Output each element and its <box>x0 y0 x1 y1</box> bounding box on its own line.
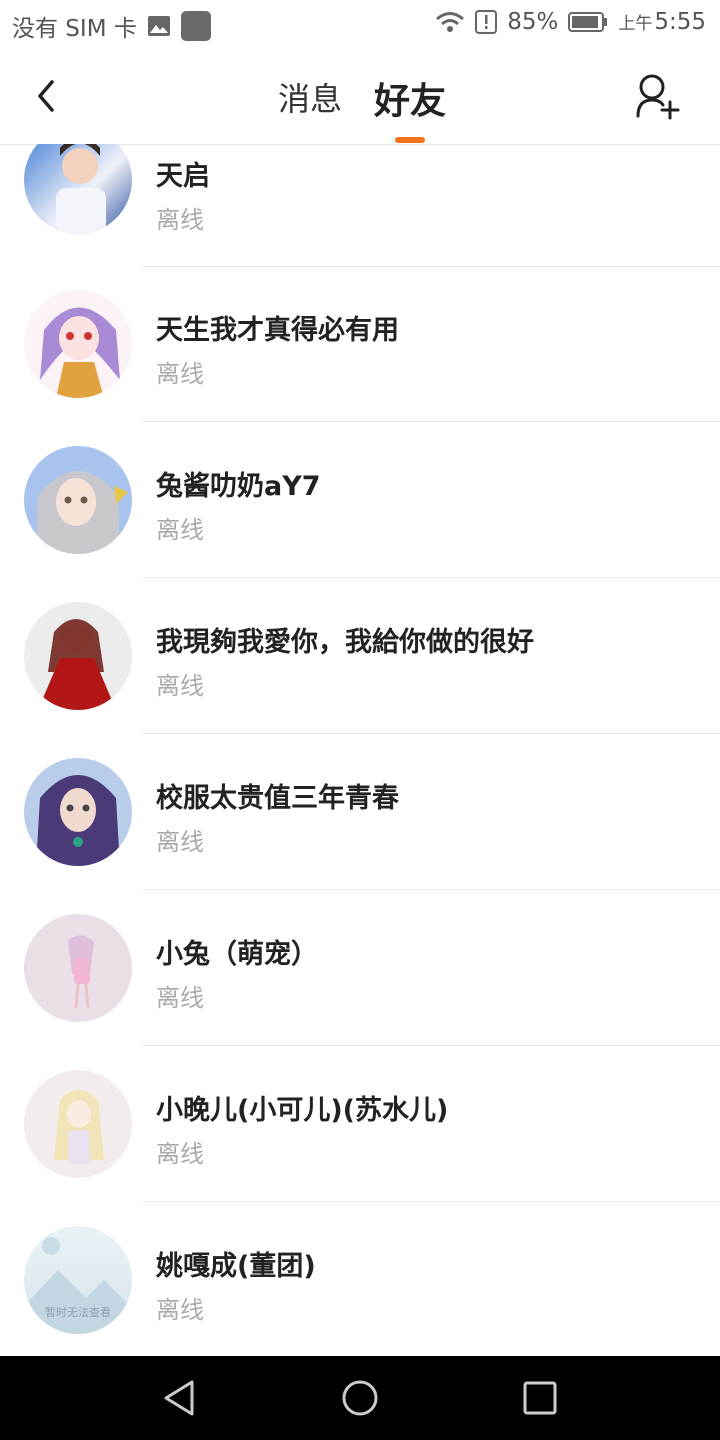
friend-name: 小晚儿(小可儿)(苏水儿) <box>156 1095 449 1126</box>
friend-row[interactable]: 小晚儿(小可儿)(苏水儿) 离线 <box>0 1046 720 1202</box>
friend-name: 小兔（萌宠） <box>156 939 318 970</box>
avatar <box>24 914 132 1022</box>
friend-name: 校服太贵值三年青春 <box>156 783 399 814</box>
friend-status: 离线 <box>156 672 204 700</box>
avatar <box>24 290 132 398</box>
system-navigation-bar <box>0 1356 720 1440</box>
friend-list: 天启 离线 天生我才真得必有用 离线 兔酱叻奶aY7 离线 我現夠我愛你，我給你… <box>0 144 720 1356</box>
wifi-icon <box>436 12 465 32</box>
top-header: 消息 好友 <box>0 50 720 145</box>
carrier-label: 没有 SIM 卡 <box>12 16 137 42</box>
app-notification-icon <box>180 11 211 41</box>
friend-name: 天启 <box>156 161 210 192</box>
tab-bar: 消息 好友 <box>0 50 720 144</box>
friend-name: 姚嘎成(董团) <box>156 1251 316 1282</box>
battery-percent: 85% <box>507 9 559 35</box>
nav-back-icon[interactable] <box>158 1376 202 1420</box>
friend-row[interactable]: 兔酱叻奶aY7 离线 <box>0 422 720 578</box>
avatar <box>24 602 132 710</box>
nav-recents-icon[interactable] <box>518 1376 562 1420</box>
avatar <box>24 446 132 554</box>
avatar-placeholder: 暂时无法查看 <box>24 1226 132 1334</box>
status-bar: 没有 SIM 卡 85% 上午5:55 <box>0 0 720 50</box>
clock: 5:55 <box>654 9 706 35</box>
nav-home-icon[interactable] <box>338 1376 382 1420</box>
battery-icon <box>568 12 608 32</box>
friend-row[interactable]: 天生我才真得必有用 离线 <box>0 266 720 422</box>
friend-status: 离线 <box>156 360 204 388</box>
friend-status: 离线 <box>156 1140 204 1168</box>
friend-status: 离线 <box>156 1296 204 1324</box>
friend-name: 兔酱叻奶aY7 <box>156 471 321 502</box>
friend-status: 离线 <box>156 984 204 1012</box>
time-prefix: 上午 <box>618 14 653 34</box>
active-tab-indicator <box>395 137 425 143</box>
friend-name: 我現夠我愛你，我給你做的很好 <box>156 627 534 658</box>
friend-status: 离线 <box>156 516 204 544</box>
friend-row[interactable]: 我現夠我愛你，我給你做的很好 离线 <box>0 578 720 734</box>
alert-icon <box>475 10 498 34</box>
tab-friends[interactable]: 好友 <box>374 72 446 124</box>
avatar <box>24 144 132 234</box>
placeholder-text: 暂时无法查看 <box>45 1306 111 1319</box>
friend-row[interactable]: 暂时无法查看 姚嘎成(董团) 离线 <box>0 1202 720 1356</box>
image-icon <box>147 16 170 36</box>
friend-name: 天生我才真得必有用 <box>156 315 399 346</box>
friend-row[interactable]: 校服太贵值三年青春 离线 <box>0 734 720 890</box>
friend-status: 离线 <box>156 828 204 856</box>
avatar <box>24 758 132 866</box>
friend-row[interactable]: 小兔（萌宠） 离线 <box>0 890 720 1046</box>
add-user-icon[interactable] <box>634 72 680 122</box>
friend-row[interactable]: 天启 离线 <box>0 144 720 267</box>
tab-messages[interactable]: 消息 <box>278 74 342 120</box>
friend-status: 离线 <box>156 206 204 234</box>
avatar <box>24 1070 132 1178</box>
